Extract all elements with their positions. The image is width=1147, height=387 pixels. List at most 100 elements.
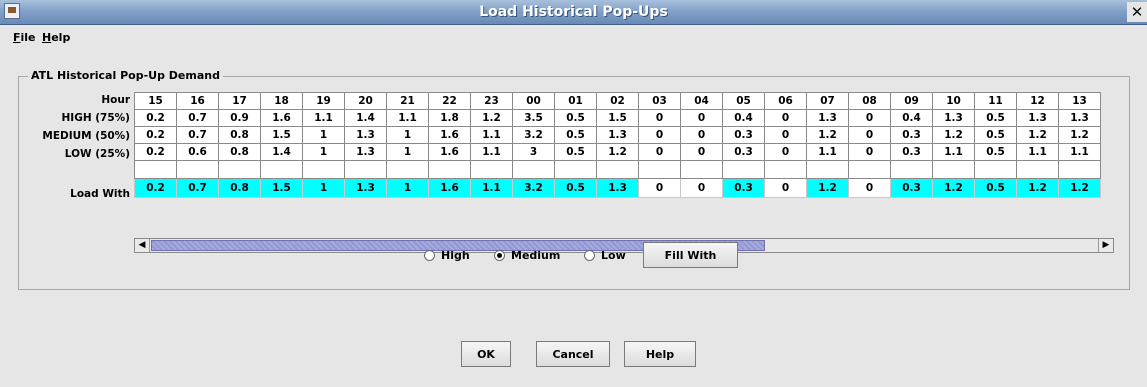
medium-cell[interactable]: 0 <box>638 126 681 144</box>
radio-low[interactable]: Low <box>584 249 626 263</box>
help-button[interactable]: Help <box>624 341 696 367</box>
high-cell[interactable]: 0 <box>680 109 723 127</box>
load-with-cell[interactable]: 0 <box>764 178 807 198</box>
low-cell[interactable]: 3 <box>512 143 555 161</box>
load-with-cell[interactable]: 1.2 <box>1016 178 1059 198</box>
high-cell[interactable]: 3.5 <box>512 109 555 127</box>
high-cell[interactable]: 0.7 <box>176 109 219 127</box>
title-bar[interactable]: Load Historical Pop-Ups <box>0 0 1147 25</box>
load-with-cell[interactable]: 1.3 <box>596 178 639 198</box>
low-cell[interactable]: 0.8 <box>218 143 261 161</box>
low-cell[interactable]: 0.5 <box>554 143 597 161</box>
medium-cell[interactable]: 0 <box>680 126 723 144</box>
high-cell[interactable]: 1.1 <box>302 109 345 127</box>
menu-help[interactable]: Help <box>42 31 70 44</box>
high-cell[interactable]: 1.1 <box>386 109 429 127</box>
medium-cell[interactable]: 1.2 <box>932 126 975 144</box>
load-with-cell[interactable]: 0.5 <box>974 178 1017 198</box>
low-cell[interactable]: 1.1 <box>1016 143 1059 161</box>
medium-cell[interactable]: 1.6 <box>428 126 471 144</box>
radio-low-dot[interactable] <box>584 250 595 261</box>
medium-cell[interactable]: 1.3 <box>344 126 387 144</box>
high-cell[interactable]: 1.2 <box>470 109 513 127</box>
medium-cell[interactable]: 0.3 <box>890 126 933 144</box>
low-cell[interactable]: 1.3 <box>344 143 387 161</box>
low-cell[interactable]: 1.6 <box>428 143 471 161</box>
high-cell[interactable]: 0.2 <box>134 109 177 127</box>
low-cell[interactable]: 0 <box>764 143 807 161</box>
low-cell[interactable]: 0 <box>638 143 681 161</box>
low-cell[interactable]: 1 <box>386 143 429 161</box>
high-cell[interactable]: 1.3 <box>1058 109 1101 127</box>
medium-cell[interactable]: 0.5 <box>554 126 597 144</box>
medium-cell[interactable]: 0.3 <box>722 126 765 144</box>
low-cell[interactable]: 0.2 <box>134 143 177 161</box>
load-with-cell[interactable]: 1.1 <box>470 178 513 198</box>
high-cell[interactable]: 1.3 <box>932 109 975 127</box>
high-cell[interactable]: 0.4 <box>890 109 933 127</box>
high-cell[interactable]: 0.5 <box>974 109 1017 127</box>
high-cell[interactable]: 1.5 <box>596 109 639 127</box>
load-with-cell[interactable]: 1.5 <box>260 178 303 198</box>
high-cell[interactable]: 0.5 <box>554 109 597 127</box>
low-cell[interactable]: 1.4 <box>260 143 303 161</box>
load-with-cell[interactable]: 1 <box>302 178 345 198</box>
radio-high-dot[interactable] <box>424 250 435 261</box>
medium-cell[interactable]: 0.5 <box>974 126 1017 144</box>
fill-with-button[interactable]: Fill With <box>643 242 738 268</box>
low-cell[interactable]: 0.3 <box>722 143 765 161</box>
medium-cell[interactable]: 0.7 <box>176 126 219 144</box>
load-with-cell[interactable]: 0.3 <box>722 178 765 198</box>
ok-button[interactable]: OK <box>461 341 511 367</box>
high-cell[interactable]: 1.8 <box>428 109 471 127</box>
high-cell[interactable]: 1.3 <box>1016 109 1059 127</box>
high-cell[interactable]: 1.3 <box>806 109 849 127</box>
load-with-cell[interactable]: 1.2 <box>932 178 975 198</box>
high-cell[interactable]: 0 <box>764 109 807 127</box>
low-cell[interactable]: 0 <box>848 143 891 161</box>
radio-medium[interactable]: Medium <box>494 249 560 263</box>
high-cell[interactable]: 1.6 <box>260 109 303 127</box>
high-cell[interactable]: 0 <box>848 109 891 127</box>
low-cell[interactable]: 0 <box>680 143 723 161</box>
medium-cell[interactable]: 3.2 <box>512 126 555 144</box>
load-with-cell[interactable]: 0 <box>848 178 891 198</box>
load-with-cell[interactable]: 3.2 <box>512 178 555 198</box>
low-cell[interactable]: 0.6 <box>176 143 219 161</box>
medium-cell[interactable]: 1.2 <box>1016 126 1059 144</box>
scroll-left-icon[interactable]: ◀ <box>135 239 150 252</box>
load-with-cell[interactable]: 0.8 <box>218 178 261 198</box>
load-with-cell[interactable]: 1 <box>386 178 429 198</box>
low-cell[interactable]: 1.1 <box>470 143 513 161</box>
radio-medium-dot[interactable] <box>494 250 505 261</box>
scroll-right-icon[interactable]: ▶ <box>1098 239 1113 252</box>
medium-cell[interactable]: 0.2 <box>134 126 177 144</box>
cancel-button[interactable]: Cancel <box>536 341 610 367</box>
medium-cell[interactable]: 1.1 <box>470 126 513 144</box>
radio-high[interactable]: High <box>424 249 470 263</box>
low-cell[interactable]: 0.3 <box>890 143 933 161</box>
load-with-cell[interactable]: 1.3 <box>344 178 387 198</box>
load-with-cell[interactable]: 0.7 <box>176 178 219 198</box>
menu-file[interactable]: File <box>13 31 36 44</box>
medium-cell[interactable]: 1 <box>302 126 345 144</box>
medium-cell[interactable]: 0 <box>848 126 891 144</box>
load-with-cell[interactable]: 0.3 <box>890 178 933 198</box>
close-icon[interactable]: ✕ <box>1127 2 1147 22</box>
load-with-cell[interactable]: 0 <box>638 178 681 198</box>
high-cell[interactable]: 0.4 <box>722 109 765 127</box>
load-with-cell[interactable]: 0 <box>680 178 723 198</box>
low-cell[interactable]: 1.2 <box>596 143 639 161</box>
high-cell[interactable]: 0 <box>638 109 681 127</box>
load-with-cell[interactable]: 1.6 <box>428 178 471 198</box>
high-cell[interactable]: 1.4 <box>344 109 387 127</box>
medium-cell[interactable]: 0 <box>764 126 807 144</box>
medium-cell[interactable]: 1.2 <box>1058 126 1101 144</box>
medium-cell[interactable]: 1.3 <box>596 126 639 144</box>
load-with-cell[interactable]: 0.2 <box>134 178 177 198</box>
low-cell[interactable]: 1.1 <box>932 143 975 161</box>
high-cell[interactable]: 0.9 <box>218 109 261 127</box>
low-cell[interactable]: 1 <box>302 143 345 161</box>
medium-cell[interactable]: 1.5 <box>260 126 303 144</box>
load-with-cell[interactable]: 1.2 <box>806 178 849 198</box>
